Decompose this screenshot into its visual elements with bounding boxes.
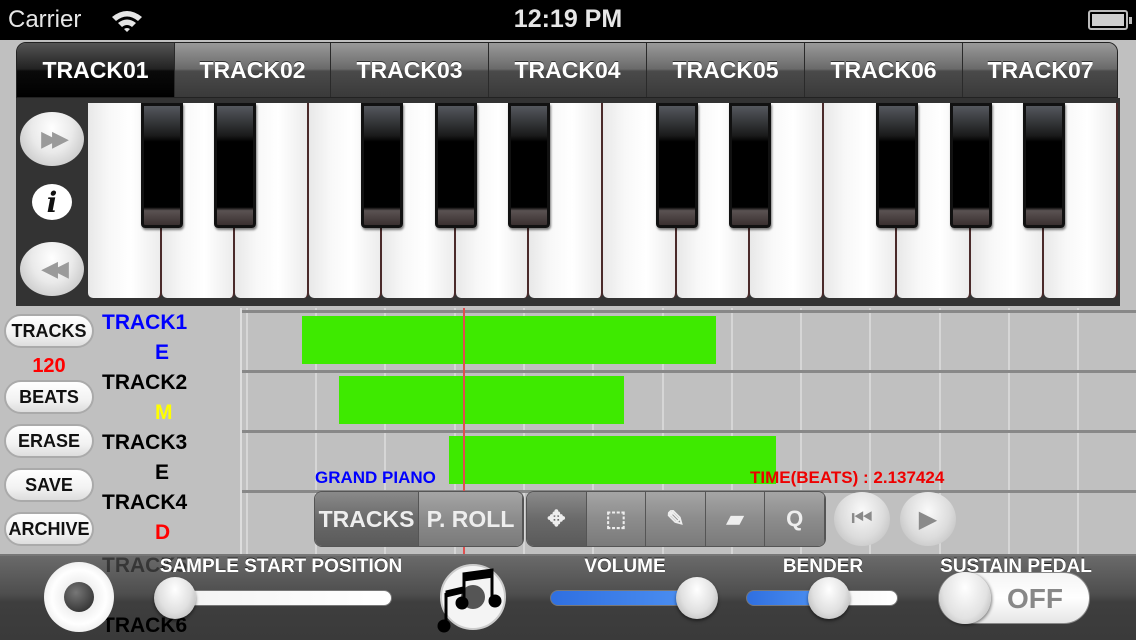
rewind-icon: ◀◀ [41, 256, 69, 281]
black-key[interactable] [140, 103, 183, 228]
instrument-name: GRAND PIANO [315, 468, 436, 487]
bender-label: BENDER [782, 556, 864, 577]
eraser-tool-button[interactable]: ▰ [705, 492, 766, 546]
tab-track04[interactable]: TRACK04 [489, 43, 647, 97]
volume-label: VOLUME [584, 556, 666, 577]
time-readout: TIME(BEATS) : 2.137424 [750, 468, 945, 487]
erase-button[interactable]: ERASE [4, 424, 94, 458]
archive-button-label: ARCHIVE [8, 518, 90, 539]
track-tab-bar: TRACK01 TRACK02 TRACK03 TRACK04 TRACK05 TRACK… [16, 42, 1118, 98]
record-button[interactable] [44, 562, 114, 632]
move-arrows-tool-button[interactable]: ✥ [527, 492, 587, 546]
piano-panel: ▶▶ i ◀◀ [16, 98, 1120, 306]
edit-tool-segment: ✥ ⬚ ✎ ▰ Q [526, 491, 826, 547]
save-button[interactable]: SAVE [4, 468, 94, 502]
info-button[interactable]: i [32, 184, 72, 220]
record-icon [64, 582, 94, 612]
track-region[interactable] [339, 376, 625, 424]
black-key[interactable] [508, 103, 551, 228]
octave-down-button[interactable]: ◀◀ [20, 242, 84, 296]
beats-button-label: BEATS [19, 386, 79, 407]
skip-back-icon: ⏮ [851, 505, 873, 532]
slider-thumb[interactable] [676, 577, 718, 619]
track-row-divider [242, 430, 1136, 433]
sustain-state: OFF [1007, 583, 1063, 614]
quantize-tool-button[interactable]: Q [765, 492, 825, 546]
select-box-tool-button[interactable]: ⬚ [586, 492, 647, 546]
segment-p-roll[interactable]: P. ROLL [419, 492, 523, 546]
tab-track01[interactable]: TRACK01 [17, 43, 175, 97]
beats-button[interactable]: BEATS [4, 380, 94, 414]
track-name[interactable]: TRACK4 [102, 491, 187, 515]
piano-keyboard[interactable] [88, 103, 1118, 298]
tab-track06[interactable]: TRACK06 [805, 43, 963, 97]
black-key[interactable] [214, 103, 257, 228]
erase-button-label: ERASE [17, 430, 80, 451]
slider-thumb[interactable] [154, 577, 196, 619]
rewind-to-start-button[interactable]: ⏮ [834, 492, 890, 546]
move-arrows-icon: ✥ [547, 506, 566, 531]
black-key[interactable] [655, 103, 698, 228]
tab-track07[interactable]: TRACK07 [963, 43, 1117, 97]
track-name[interactable]: TRACK1 [102, 311, 187, 335]
pencil-tool-button[interactable]: ✎ [646, 492, 706, 546]
play-button[interactable]: ▶ [900, 492, 956, 546]
track-name[interactable]: TRACK3 [102, 431, 187, 455]
black-key[interactable] [949, 103, 992, 228]
instrument-select-button[interactable] [437, 563, 509, 635]
pencil-icon: ✎ [666, 506, 685, 531]
status-bar: Carrier 12:19 PM [0, 0, 1136, 40]
save-button-label: SAVE [25, 474, 73, 495]
segment-tracks[interactable]: TRACKS [315, 492, 419, 546]
track-mode-indicator[interactable]: D [155, 521, 170, 545]
view-mode-segment: TRACKS P. ROLL [314, 491, 524, 547]
track-mode-indicator[interactable]: M [155, 401, 173, 425]
black-key[interactable] [434, 103, 477, 228]
archive-button[interactable]: ARCHIVE [4, 512, 94, 546]
sample-start-label: SAMPLE START POSITION [159, 556, 403, 577]
track-region[interactable] [301, 316, 717, 364]
slider-thumb[interactable] [808, 577, 850, 619]
track-name[interactable]: TRACK2 [102, 371, 187, 395]
quantize-icon: Q [786, 506, 804, 531]
eraser-icon: ▰ [726, 506, 744, 531]
tab-track03[interactable]: TRACK03 [331, 43, 489, 97]
tab-track05[interactable]: TRACK05 [647, 43, 805, 97]
octave-up-button[interactable]: ▶▶ [20, 112, 84, 166]
clock: 12:19 PM [513, 5, 623, 33]
tracks-button-label: TRACKS [11, 320, 87, 341]
track-region[interactable] [449, 436, 776, 484]
battery-icon [1088, 10, 1132, 30]
play-icon: ▶ [918, 505, 938, 533]
select-box-icon: ⬚ [605, 506, 627, 531]
sustain-pedal-toggle[interactable]: OFF [938, 572, 1090, 624]
tracks-button[interactable]: TRACKS [4, 314, 94, 348]
black-key[interactable] [876, 103, 919, 228]
track-row-divider [242, 370, 1136, 373]
tab-track02[interactable]: TRACK02 [175, 43, 331, 97]
black-key[interactable] [361, 103, 404, 228]
track-row-divider [242, 310, 1136, 313]
track-mode-indicator[interactable]: E [155, 461, 169, 485]
fast-forward-icon: ▶▶ [41, 126, 69, 151]
track-mode-indicator[interactable]: E [155, 341, 169, 365]
black-key[interactable] [729, 103, 772, 228]
black-key[interactable] [1023, 103, 1066, 228]
tempo-value: 120 [32, 355, 66, 377]
info-icon: i [46, 185, 58, 219]
toggle-knob [939, 572, 991, 624]
